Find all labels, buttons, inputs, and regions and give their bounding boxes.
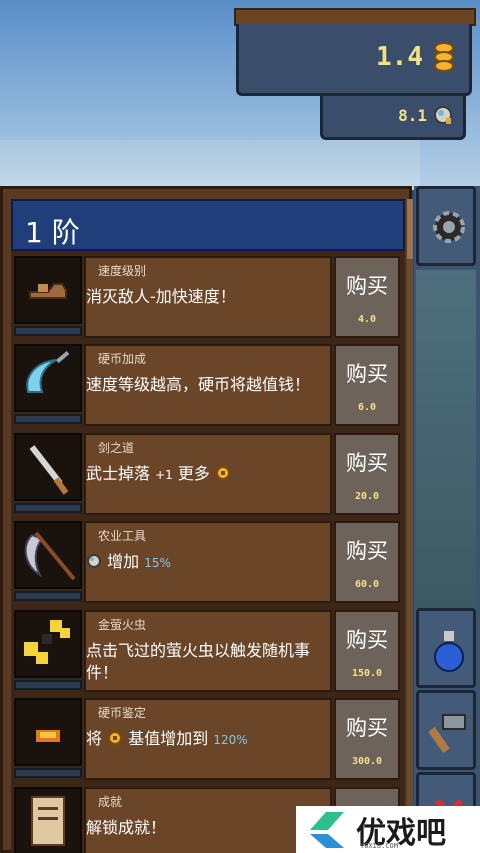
upgrade-row-coin-bonus: 硬币加成 速度等级越高，硬币将越值钱！ 购买 6.0	[14, 344, 400, 428]
item-icon-frame	[14, 433, 82, 501]
coin-counter: 1.4	[236, 24, 472, 96]
level-progress-bar	[14, 680, 82, 690]
tier-label: 1 阶	[25, 216, 80, 249]
buy-label: 购买	[346, 539, 388, 563]
item-desc: 消灭敌人-加快速度！	[86, 287, 236, 306]
desc-highlight: 120%	[213, 733, 248, 747]
watermark: 优戏吧 YOXI8.COM	[296, 806, 480, 853]
buy-button[interactable]: 购买 300.0	[334, 698, 400, 780]
buy-button[interactable]: 购买 4.0	[334, 256, 400, 338]
item-desc: 点击飞过的萤火虫以触发随机事件！	[86, 641, 311, 682]
level-progress-bar	[14, 326, 82, 336]
item-desc-box: 速度级别 消灭敌人-加快速度！	[84, 256, 332, 338]
scythe-icon	[24, 531, 76, 581]
buy-label: 购买	[346, 716, 388, 740]
desc-prefix: 增加	[107, 552, 140, 571]
item-desc-box: 成就 解锁成就！	[84, 787, 332, 853]
desc-prefix: 武士掉落	[86, 464, 151, 483]
upgrade-row-sword-path: 剑之道 武士掉落 +1 更多 购买 20.0	[14, 433, 400, 517]
item-desc: 武士掉落 +1 更多	[86, 463, 332, 486]
item-desc-box: 剑之道 武士掉落 +1 更多	[84, 433, 332, 515]
item-desc-box: 农业工具 增加 15%	[84, 521, 332, 603]
buy-price: 150.0	[351, 668, 383, 679]
item-icon-frame	[14, 787, 82, 853]
level-progress-bar	[14, 503, 82, 513]
level-progress-bar	[14, 768, 82, 778]
settings-button[interactable]	[416, 186, 476, 266]
buy-price: 300.0	[351, 756, 383, 767]
coin-value: 1.4	[376, 42, 423, 72]
item-desc-box: 硬币鉴定 将 基值增加到 120%	[84, 698, 332, 780]
item-desc-box: 硬币加成 速度等级越高，硬币将越值钱！	[84, 344, 332, 426]
upgrade-row-coin-appraisal: 硬币鉴定 将 基值增加到 120% 购买 300.0	[14, 698, 400, 782]
item-desc: 速度等级越高，硬币将越值钱！	[86, 375, 311, 394]
item-desc: 增加 15%	[86, 551, 332, 574]
item-icon-frame	[14, 521, 82, 589]
potion-icon	[434, 631, 464, 672]
level-progress-bar	[14, 414, 82, 424]
coin-icon	[108, 731, 123, 745]
gem-counter: 8.1	[320, 96, 466, 140]
upgrade-row-farm-tools: 农业工具 增加 15% 购买 60.0	[14, 521, 400, 605]
desc-suffix: 更多	[177, 464, 210, 483]
gear-icon	[433, 211, 465, 243]
desc-highlight: 15%	[144, 556, 171, 570]
gem-value: 8.1	[398, 106, 427, 125]
buy-label: 购买	[346, 628, 388, 652]
item-title: 剑之道	[98, 441, 135, 455]
item-title: 成就	[98, 795, 123, 809]
scroll-icon	[31, 796, 65, 846]
item-title: 金萤火虫	[98, 618, 147, 632]
orb-icon	[87, 554, 101, 568]
coin-stack-icon	[434, 42, 454, 72]
buy-price: 60.0	[354, 579, 380, 590]
desc-highlight: +1	[155, 468, 173, 482]
item-title: 硬币加成	[98, 352, 147, 366]
hammer-icon	[429, 714, 466, 753]
sword-icon	[29, 445, 69, 495]
buy-label: 购买	[346, 274, 388, 298]
item-title: 硬币鉴定	[98, 706, 147, 720]
coin-icon	[216, 466, 231, 480]
watermark-sub: YOXI8.COM	[360, 842, 398, 850]
upgrade-row-golden-firefly: 金萤火虫 点击飞过的萤火虫以触发随机事件！ 购买 150.0	[14, 610, 400, 694]
item-desc-box: 金萤火虫 点击飞过的萤火虫以触发随机事件！	[84, 610, 332, 692]
item-icon-frame	[14, 344, 82, 412]
item-title: 农业工具	[98, 529, 147, 543]
desc-mid: 基值增加到	[128, 729, 209, 748]
item-icon-frame	[14, 610, 82, 678]
upgrade-hammer-button[interactable]	[416, 690, 476, 770]
watermark-logo-icon	[310, 812, 344, 848]
level-progress-bar	[14, 591, 82, 601]
buy-button[interactable]: 购买 20.0	[334, 433, 400, 515]
buy-label: 购买	[346, 451, 388, 475]
firefly-icon	[24, 620, 70, 664]
item-icon-frame	[14, 698, 82, 766]
buy-price: 6.0	[357, 402, 377, 413]
buy-price: 4.0	[357, 314, 377, 325]
buy-button[interactable]: 购买 60.0	[334, 521, 400, 603]
blade-swoosh-icon	[26, 351, 70, 393]
sidebar-scenery	[416, 270, 476, 610]
scrollbar-thumb[interactable]	[407, 199, 413, 259]
orb-icon	[434, 106, 452, 124]
buy-price: 20.0	[354, 491, 380, 502]
item-icon-frame	[14, 256, 82, 324]
boots-icon	[29, 283, 67, 299]
desc-prefix: 将	[86, 729, 103, 748]
gem-icon	[36, 730, 60, 742]
potion-button[interactable]	[416, 608, 476, 688]
scrollbar-track[interactable]	[407, 199, 413, 853]
hill-silhouette	[0, 140, 420, 190]
item-title: 速度级别	[98, 264, 147, 278]
upgrade-row-speed: 速度级别 消灭敌人-加快速度！ 购买 4.0	[14, 256, 400, 340]
item-desc: 将 基值增加到 120%	[86, 728, 332, 751]
buy-button[interactable]: 购买 6.0	[334, 344, 400, 426]
tier-header: 1 阶	[11, 199, 405, 251]
buy-button[interactable]: 购买 150.0	[334, 610, 400, 692]
buy-label: 购买	[346, 362, 388, 386]
